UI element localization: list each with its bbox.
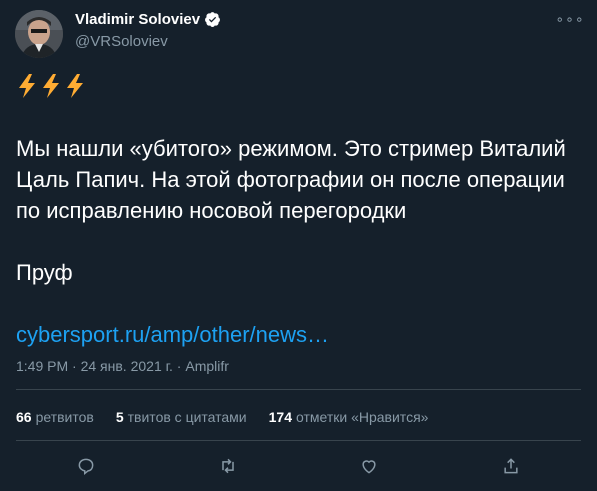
retweets-count: 66 (16, 409, 32, 425)
retweets-stat[interactable]: 66 ретвитов (16, 409, 94, 425)
retweet-icon (222, 458, 234, 474)
divider (16, 389, 581, 390)
tweet-time[interactable]: 1:49 PM (16, 358, 68, 374)
share-icon (504, 458, 518, 474)
likes-label: отметки «Нравится» (296, 409, 429, 425)
retweet-button[interactable] (212, 450, 244, 482)
high-voltage-icon (43, 73, 59, 98)
tweet-date[interactable]: 24 янв. 2021 г. (81, 358, 173, 374)
quotes-count: 5 (115, 409, 124, 425)
quotes-stat[interactable]: 5 твитов с цитатами (116, 409, 247, 425)
tweet-source[interactable]: Amplifr (185, 358, 229, 374)
reply-button[interactable] (70, 450, 102, 482)
author-name[interactable]: Vladimir Soloviev (75, 11, 200, 28)
author-handle[interactable]: @VRSoloviev (75, 33, 168, 50)
tweet-link[interactable]: cybersport.ru/amp/other/news… (16, 322, 329, 347)
heart-icon (362, 460, 376, 474)
meta-separator: · (172, 358, 186, 374)
share-button[interactable] (495, 450, 527, 482)
tweet-paragraph: Пруф (16, 260, 73, 285)
like-button[interactable] (353, 450, 385, 482)
verified-badge-icon (205, 12, 220, 27)
high-voltage-icon (19, 73, 35, 98)
avatar-photo (15, 10, 63, 58)
meta-separator: · (68, 358, 81, 374)
retweets-label: ретвитов (35, 409, 94, 425)
quotes-label: твитов с цитатами (127, 409, 247, 425)
avatar[interactable] (15, 10, 63, 58)
reply-icon (78, 458, 94, 476)
high-voltage-icon (67, 73, 83, 98)
tweet-actions (0, 450, 597, 482)
engagement-stats: 66 ретвитов 5 твитов с цитатами 174 отметки… (16, 409, 428, 425)
likes-count: 174 (268, 409, 292, 425)
tweet-paragraph: Мы нашли «убитого» режимом. Это стример … (16, 136, 566, 223)
tweet-text: Мы нашли «убитого» режимом. Это стример … (16, 70, 576, 350)
more-options-button[interactable]: ∘∘∘ (555, 8, 583, 30)
tweet-meta: 1:49 PM · 24 янв. 2021 г. · Amplifr (16, 358, 229, 374)
more-options-icon: ∘∘∘ (555, 10, 585, 27)
emoji-row (16, 70, 576, 101)
likes-stat[interactable]: 174 отметки «Нравится» (269, 409, 429, 425)
divider (16, 440, 581, 441)
